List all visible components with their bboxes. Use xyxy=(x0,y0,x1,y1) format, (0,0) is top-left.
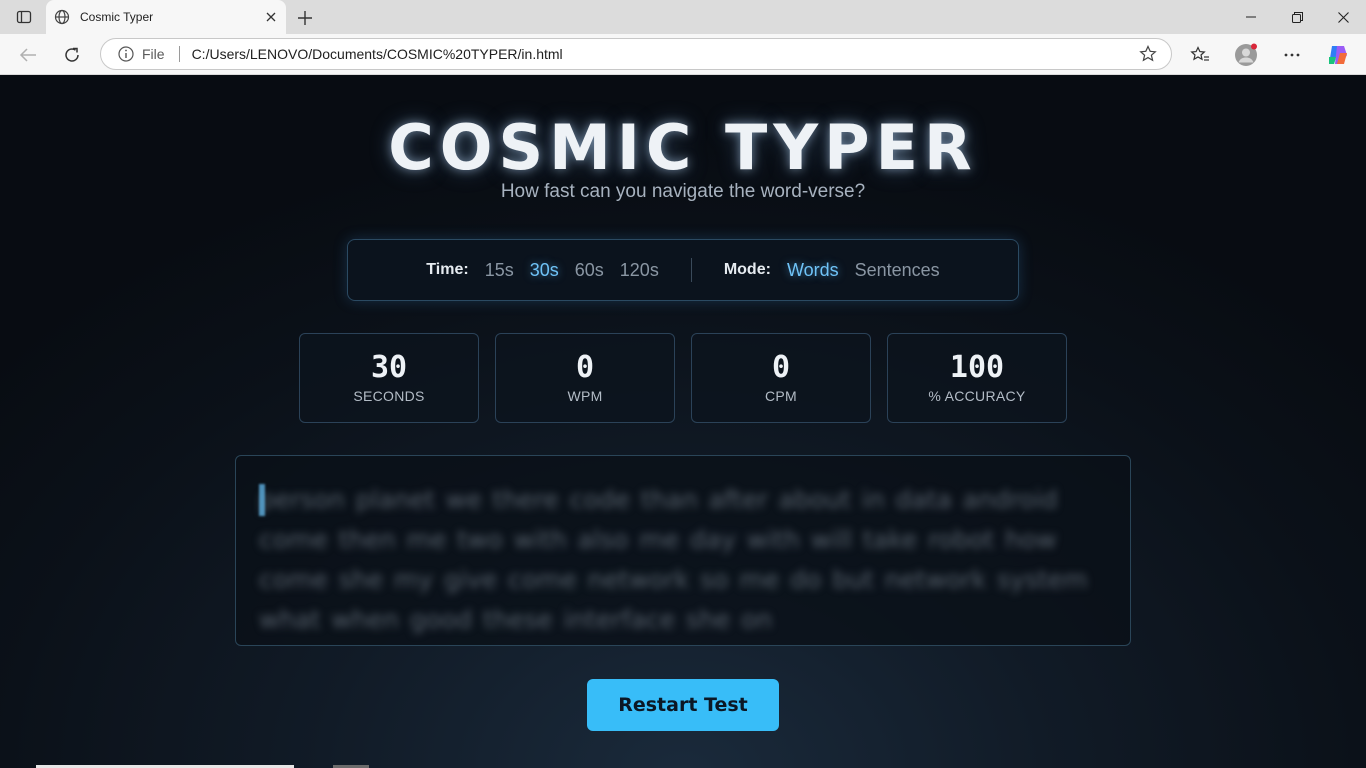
stat-value-wpm: 0 xyxy=(575,350,595,385)
tab-actions-icon[interactable] xyxy=(10,6,38,28)
address-separator xyxy=(178,46,180,62)
favorites-icon[interactable] xyxy=(1185,40,1215,70)
stat-label-wpm: WPM xyxy=(567,388,603,404)
stat-card-cpm: 0 CPM xyxy=(691,333,871,423)
stat-value-cpm: 0 xyxy=(771,350,791,385)
stat-value-accuracy: 100 xyxy=(949,350,1005,385)
mode-option-sentences[interactable]: Sentences xyxy=(855,260,940,281)
close-window-icon[interactable] xyxy=(1320,0,1366,34)
browser-toolbar: File C:/Users/LENOVO/Documents/COSMIC%20… xyxy=(0,34,1366,75)
time-option-15s[interactable]: 15s xyxy=(485,260,514,281)
config-divider xyxy=(690,258,692,282)
back-icon[interactable] xyxy=(13,40,43,70)
typing-area[interactable]: person planet we there code than after a… xyxy=(235,455,1131,646)
favorite-star-icon[interactable] xyxy=(1135,41,1161,67)
browser-tab-bar: Cosmic Typer xyxy=(0,0,1366,34)
close-tab-icon[interactable] xyxy=(258,4,284,30)
mode-label: Mode: xyxy=(723,261,771,278)
tab-title: Cosmic Typer xyxy=(80,10,154,24)
typing-caret xyxy=(259,484,265,516)
stat-card-seconds: 30 SECONDS xyxy=(299,333,479,423)
stat-card-accuracy: 100 % ACCURACY xyxy=(887,333,1067,423)
new-tab-icon[interactable] xyxy=(292,5,318,31)
address-scheme: File xyxy=(142,46,165,62)
more-options-icon[interactable] xyxy=(1277,40,1307,70)
stat-label-accuracy: % ACCURACY xyxy=(928,388,1026,404)
browser-tab[interactable]: Cosmic Typer xyxy=(46,0,286,34)
time-label: Time: xyxy=(426,261,469,278)
typing-test-page: COSMIC TYPER How fast can you navigate t… xyxy=(0,75,1366,768)
time-option-60s[interactable]: 60s xyxy=(575,260,604,281)
address-url[interactable]: C:/Users/LENOVO/Documents/COSMIC%20TYPER… xyxy=(192,46,1135,62)
copilot-icon[interactable] xyxy=(1323,40,1353,70)
minimize-icon[interactable] xyxy=(1228,0,1274,34)
stat-card-wpm: 0 WPM xyxy=(495,333,675,423)
test-config-bar: Time: 15s 30s 60s 120s Mode: Words Sente… xyxy=(347,239,1019,301)
time-option-30s[interactable]: 30s xyxy=(530,260,559,281)
page-title: COSMIC TYPER xyxy=(388,111,978,184)
restart-test-button[interactable]: Restart Test xyxy=(587,679,779,731)
reload-icon[interactable] xyxy=(57,40,87,70)
stat-label-seconds: SECONDS xyxy=(353,388,425,404)
page-subtitle: How fast can you navigate the word-verse… xyxy=(500,181,866,202)
globe-icon xyxy=(54,9,70,25)
address-bar[interactable]: File C:/Users/LENOVO/Documents/COSMIC%20… xyxy=(100,38,1172,70)
stat-label-cpm: CPM xyxy=(764,388,797,404)
mode-option-words[interactable]: Words xyxy=(787,260,839,281)
site-info-icon[interactable] xyxy=(117,45,135,63)
profile-avatar[interactable] xyxy=(1231,40,1261,70)
restore-icon[interactable] xyxy=(1274,0,1320,34)
typing-words: person planet we there code than after a… xyxy=(259,485,1088,634)
stat-value-seconds: 30 xyxy=(370,350,408,385)
time-option-120s[interactable]: 120s xyxy=(620,260,659,281)
